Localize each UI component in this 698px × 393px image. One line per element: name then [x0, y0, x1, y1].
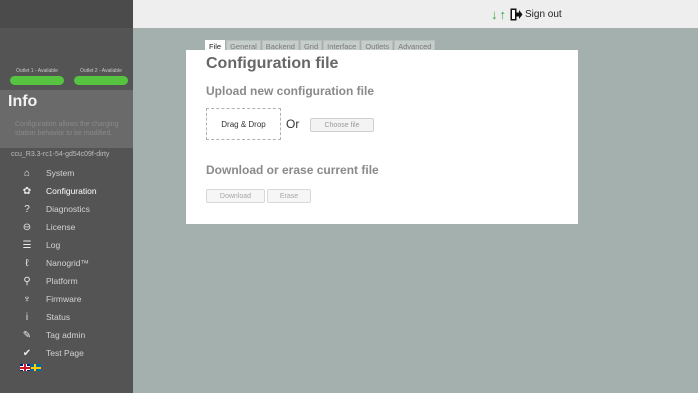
sidebar-item-label: System: [46, 168, 75, 178]
choose-file-button[interactable]: Choose file: [310, 118, 374, 132]
page-title: Configuration file: [206, 55, 339, 72]
lock-icon: ⊖: [22, 221, 32, 233]
sort-arrows-icon[interactable]: ↓ ↑: [491, 8, 506, 22]
tag-icon: ✎: [22, 329, 32, 341]
check-icon: ✔: [22, 347, 32, 359]
sidebar-item-status[interactable]: i Status: [0, 308, 133, 326]
info-box: Info Configuration allows the charging s…: [0, 90, 133, 148]
sign-out-label: Sign out: [525, 9, 562, 20]
sidebar-item-label: Platform: [46, 276, 78, 286]
sidebar-item-label: Tag admin: [46, 330, 86, 340]
info-description: Configuration allows the charging statio…: [15, 121, 119, 137]
outlet-status-group: Outlet 1 - Available Outlet 2 - Availabl…: [10, 68, 128, 85]
outlet-2-label: Outlet 2 - Available: [80, 68, 122, 74]
download-button[interactable]: Download: [206, 189, 265, 203]
question-icon: ?: [24, 203, 30, 215]
dropzone-label: Drag & Drop: [221, 119, 266, 129]
gear-icon: ✿: [22, 185, 32, 197]
sidebar-item-label: Test Page: [46, 348, 84, 358]
sidebar-item-tag-admin[interactable]: ✎ Tag admin: [0, 326, 133, 344]
sidebar-item-label: Status: [46, 312, 71, 322]
outlet-2-indicator[interactable]: [74, 76, 128, 85]
sidebar-item-label: License: [46, 222, 76, 232]
download-heading: Download or erase current file: [206, 163, 379, 177]
sidebar-item-configuration[interactable]: ✿ Configuration: [0, 182, 133, 200]
sidebar-item-nanogrid[interactable]: ℓ Nanogrid™: [0, 254, 133, 272]
sweden-flag-icon[interactable]: [31, 364, 41, 371]
home-icon: ⌂: [23, 167, 31, 179]
sidebar-item-test-page[interactable]: ✔ Test Page: [0, 344, 133, 362]
sidebar-item-label: Configuration: [46, 186, 97, 196]
firmware-icon: ♆: [23, 293, 31, 305]
outlet-2-status[interactable]: Outlet 2 - Available: [74, 68, 128, 85]
sign-out-icon: [510, 8, 523, 21]
sidebar-item-label: Log: [46, 240, 61, 250]
erase-button[interactable]: Erase: [267, 189, 311, 203]
sidebar-item-system[interactable]: ⌂ System: [0, 164, 133, 182]
sidebar-item-label: Nanogrid™: [46, 258, 89, 268]
configuration-panel: Configuration file Upload new configurat…: [186, 50, 578, 224]
outlet-1-status[interactable]: Outlet 1 - Available: [10, 68, 64, 85]
uk-flag-icon[interactable]: [20, 364, 30, 371]
sidebar: Outlet 1 - Available Outlet 2 - Availabl…: [0, 0, 133, 393]
sidebar-item-label: Diagnostics: [46, 204, 90, 214]
sidebar-item-platform[interactable]: ⚲ Platform: [0, 272, 133, 290]
wrench-icon: ⚲: [23, 275, 31, 287]
sidebar-item-log[interactable]: ☰ Log: [0, 236, 133, 254]
outlet-1-indicator[interactable]: [10, 76, 64, 85]
firmware-version: ccu_R3.3-rc1-54-gd54c09f-dirty: [11, 151, 110, 158]
sidebar-header: [0, 0, 133, 28]
list-icon: ☰: [22, 239, 32, 251]
sidebar-item-diagnostics[interactable]: ? Diagnostics: [0, 200, 133, 218]
upload-heading: Upload new configuration file: [206, 84, 374, 98]
info-icon: i: [25, 311, 29, 323]
top-bar: ↓ ↑ Sign out: [133, 0, 698, 28]
language-flags: [20, 364, 41, 371]
sign-out-button[interactable]: Sign out: [510, 8, 562, 21]
sidebar-item-label: Firmware: [46, 294, 82, 304]
sidebar-item-license[interactable]: ⊖ License: [0, 218, 133, 236]
file-dropzone[interactable]: Drag & Drop: [206, 108, 281, 140]
sidebar-item-firmware[interactable]: ♆ Firmware: [0, 290, 133, 308]
sidebar-nav: ⌂ System ✿ Configuration? Diagnostics ⊖ Licens…: [0, 164, 133, 362]
outlet-1-label: Outlet 1 - Available: [16, 68, 58, 74]
or-label: Or: [286, 117, 300, 131]
grid-flow-icon: ℓ: [25, 257, 29, 269]
info-title: Info: [8, 93, 38, 110]
